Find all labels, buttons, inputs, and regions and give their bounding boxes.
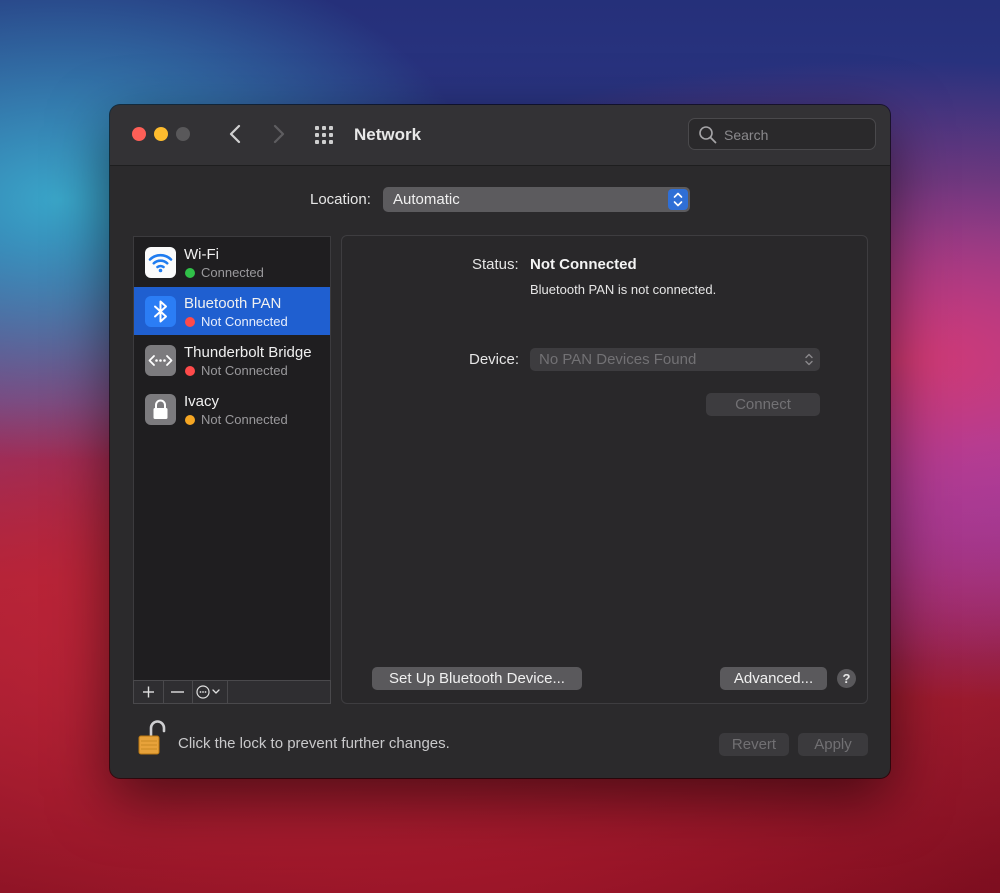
search-placeholder: Search bbox=[724, 127, 769, 143]
status-dot-yellow bbox=[185, 415, 195, 425]
thunderbolt-bridge-icon bbox=[145, 345, 176, 376]
minus-icon bbox=[171, 691, 184, 693]
search-icon bbox=[699, 126, 717, 144]
service-status: Not Connected bbox=[201, 412, 288, 427]
service-name: Wi-Fi bbox=[184, 246, 219, 263]
status-dot-green bbox=[185, 268, 195, 278]
wifi-icon bbox=[145, 247, 176, 278]
device-label: Device: bbox=[469, 351, 520, 368]
status-label: Status: bbox=[472, 256, 519, 273]
network-preferences-window: Network Search Location: Automatic Wi-Fi… bbox=[110, 105, 890, 778]
lock-icon[interactable] bbox=[137, 719, 167, 762]
title-bar: Network Search bbox=[110, 105, 890, 166]
service-item-ivacy[interactable]: Ivacy Not Connected bbox=[134, 385, 330, 433]
revert-button[interactable]: Revert bbox=[719, 733, 789, 756]
service-status: Not Connected bbox=[201, 314, 288, 329]
device-value: No PAN Devices Found bbox=[539, 351, 697, 368]
service-detail-pane: Status: Not Connected Bluetooth PAN is n… bbox=[341, 235, 868, 704]
action-menu-button[interactable] bbox=[192, 681, 228, 703]
add-service-button[interactable] bbox=[134, 681, 164, 703]
action-menu-icon bbox=[196, 685, 220, 699]
service-item-thunderbolt-bridge[interactable]: Thunderbolt Bridge Not Connected bbox=[134, 336, 330, 384]
location-value: Automatic bbox=[393, 191, 460, 208]
service-item-wifi[interactable]: Wi-Fi Connected bbox=[134, 238, 330, 286]
help-button[interactable]: ? bbox=[837, 669, 856, 688]
select-stepper-icon bbox=[668, 189, 688, 210]
zoom-button bbox=[176, 127, 190, 141]
forward-button[interactable] bbox=[267, 122, 289, 146]
bluetooth-icon bbox=[145, 296, 176, 327]
chevron-updown-icon bbox=[805, 353, 813, 366]
service-list-toolbar bbox=[133, 680, 331, 704]
vpn-lock-icon bbox=[145, 394, 176, 425]
location-select[interactable]: Automatic bbox=[383, 187, 690, 212]
show-all-grid-icon[interactable] bbox=[315, 126, 335, 146]
minimize-button[interactable] bbox=[154, 127, 168, 141]
close-button[interactable] bbox=[132, 127, 146, 141]
set-up-bluetooth-device-button[interactable]: Set Up Bluetooth Device... bbox=[372, 667, 582, 690]
service-status: Connected bbox=[201, 265, 264, 280]
status-dot-red bbox=[185, 366, 195, 376]
service-name: Thunderbolt Bridge bbox=[184, 344, 312, 361]
status-description: Bluetooth PAN is not connected. bbox=[530, 282, 717, 297]
service-name: Ivacy bbox=[184, 393, 220, 410]
back-button[interactable] bbox=[225, 122, 247, 146]
service-list: Wi-Fi Connected Bluetooth PAN Not Connec… bbox=[133, 236, 331, 703]
search-input[interactable]: Search bbox=[688, 118, 876, 150]
service-item-bluetooth-pan[interactable]: Bluetooth PAN Not Connected bbox=[134, 287, 330, 335]
lock-message: Click the lock to prevent further change… bbox=[178, 735, 450, 752]
device-select[interactable]: No PAN Devices Found bbox=[530, 348, 820, 371]
remove-service-button[interactable] bbox=[163, 681, 193, 703]
chevron-right-icon bbox=[273, 124, 285, 144]
status-value: Not Connected bbox=[530, 256, 637, 273]
apply-button[interactable]: Apply bbox=[798, 733, 868, 756]
connect-button[interactable]: Connect bbox=[706, 393, 820, 416]
window-title: Network bbox=[354, 125, 422, 144]
service-name: Bluetooth PAN bbox=[184, 295, 282, 312]
status-dot-red bbox=[185, 317, 195, 327]
advanced-button[interactable]: Advanced... bbox=[720, 667, 827, 690]
location-label: Location: bbox=[310, 191, 371, 208]
chevron-left-icon bbox=[229, 124, 241, 144]
plus-icon bbox=[143, 686, 154, 698]
service-status: Not Connected bbox=[201, 363, 288, 378]
